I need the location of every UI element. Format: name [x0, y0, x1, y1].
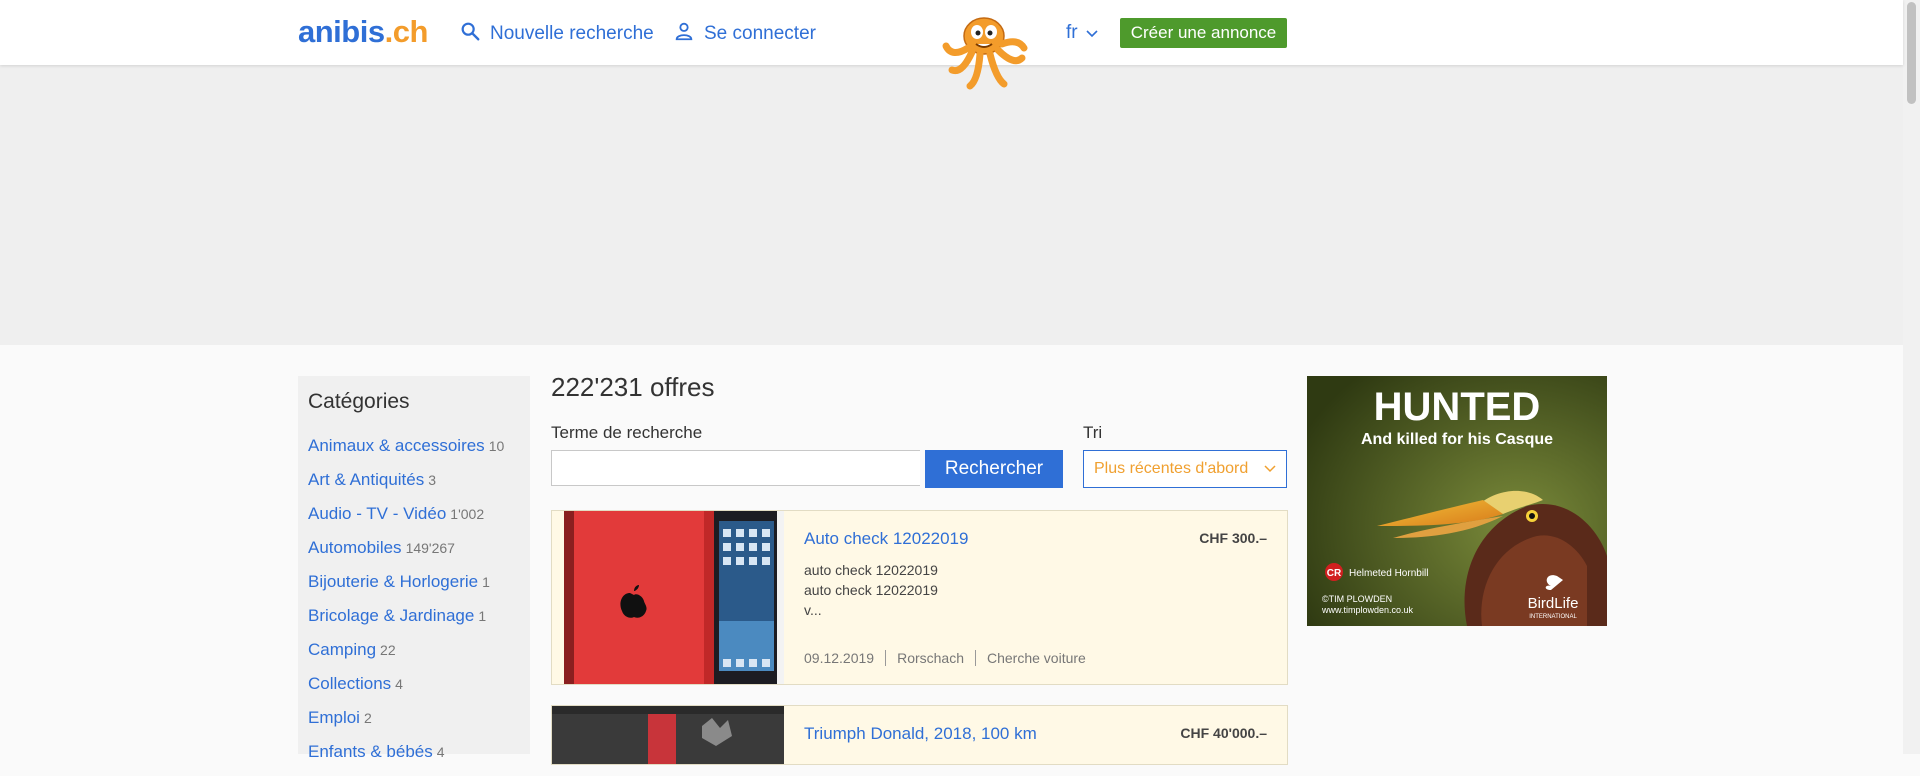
- ad-brand-sub: INTERNATIONAL: [1529, 614, 1577, 620]
- ad-subline: And killed for his Casque: [1361, 431, 1553, 448]
- listing-thumbnail[interactable]: [564, 511, 784, 684]
- listing-title[interactable]: Triumph Donald, 2018, 100 km: [804, 724, 1037, 744]
- chevron-down-icon: [1086, 22, 1098, 44]
- category-item[interactable]: Bricolage & Jardinage 1: [308, 606, 504, 640]
- offers-count-heading: 222'231 offres: [551, 372, 715, 402]
- listing-title[interactable]: Auto check 12022019: [804, 529, 968, 549]
- category-item[interactable]: Animaux & accessoires 10: [308, 436, 504, 470]
- anibis-logo[interactable]: anibis.ch: [298, 14, 428, 50]
- listing-description: auto check 12022019 auto check 12022019 …: [804, 560, 938, 620]
- login-link[interactable]: Se connecter: [673, 20, 816, 48]
- description-line: v...: [804, 602, 822, 618]
- side-ad-banner[interactable]: HUNTED And killed for his Casque CR Helm…: [1307, 376, 1607, 626]
- search-term-label: Terme de recherche: [551, 423, 703, 442]
- listing-date: 09.12.2019: [804, 650, 875, 666]
- listing-location: Rorschach: [897, 650, 964, 666]
- listing-card[interactable]: Auto check 12022019 CHF 300.– auto check…: [551, 510, 1288, 685]
- category-item[interactable]: Automobiles 149'267: [308, 538, 504, 572]
- listing-meta: 09.12.2019 Rorschach Cherche voiture: [804, 650, 1086, 666]
- listing-price: CHF 300.–: [1199, 530, 1267, 546]
- category-count: 4: [395, 676, 403, 692]
- login-label: Se connecter: [704, 23, 816, 44]
- mascot-octopus-icon: [940, 8, 1030, 92]
- sort-select[interactable]: Plus récentes d'abord: [1083, 450, 1287, 488]
- category-name[interactable]: Automobiles: [308, 538, 402, 557]
- category-name[interactable]: Collections: [308, 674, 391, 693]
- category-count: 4: [436, 744, 445, 760]
- category-count: 1'002: [450, 506, 485, 522]
- chevron-down-icon: [1264, 460, 1276, 478]
- scrollbar-thumb[interactable]: [1907, 2, 1916, 104]
- ad-species: Helmeted Hornbill: [1349, 568, 1428, 579]
- category-name[interactable]: Bricolage & Jardinage: [308, 606, 474, 625]
- ad-brand: BirdLife: [1528, 595, 1579, 612]
- category-item[interactable]: Emploi 2: [308, 708, 504, 742]
- ad-credit-url: www.timplowden.co.uk: [1321, 605, 1414, 615]
- category-count: 3: [428, 472, 437, 488]
- category-item[interactable]: Bijouterie & Horlogerie 1: [308, 572, 504, 606]
- description-line: auto check 12022019: [804, 562, 938, 578]
- category-item[interactable]: Enfants & bébés 4: [308, 742, 504, 776]
- logo-main: anibis: [298, 14, 385, 49]
- category-item[interactable]: Audio - TV - Vidéo 1'002: [308, 504, 504, 538]
- category-name[interactable]: Enfants & bébés: [308, 742, 433, 761]
- listing-price: CHF 40'000.–: [1180, 725, 1267, 741]
- logo-tld: .ch: [384, 14, 429, 49]
- category-list: Animaux & accessoires 10 Art & Antiquités…: [308, 436, 504, 776]
- new-search-link[interactable]: Nouvelle recherche: [459, 20, 654, 48]
- category-count: 1: [482, 574, 490, 590]
- categories-title: Catégories: [308, 390, 410, 413]
- search-icon: [459, 20, 481, 48]
- listing-thumbnail[interactable]: [552, 706, 784, 764]
- page-scrollbar[interactable]: [1903, 0, 1920, 754]
- sort-label: Tri: [1083, 423, 1103, 442]
- search-button[interactable]: Rechercher: [925, 450, 1063, 488]
- sort-value: Plus récentes d'abord: [1094, 460, 1249, 477]
- category-count: 1: [478, 608, 487, 624]
- category-count: 149'267: [405, 540, 455, 556]
- language-label: fr: [1066, 22, 1078, 43]
- new-search-label: Nouvelle recherche: [490, 23, 654, 44]
- description-line: auto check 12022019: [804, 582, 938, 598]
- category-item[interactable]: Art & Antiquités 3: [308, 470, 504, 504]
- listing-card[interactable]: Triumph Donald, 2018, 100 km CHF 40'000.…: [551, 705, 1288, 765]
- category-count: 2: [363, 710, 372, 726]
- category-count: 10: [488, 438, 505, 454]
- meta-separator: [975, 650, 976, 666]
- language-selector[interactable]: fr: [1066, 22, 1098, 44]
- category-item[interactable]: Collections 4: [308, 674, 504, 708]
- category-name[interactable]: Camping: [308, 640, 376, 659]
- search-input[interactable]: [551, 450, 920, 486]
- category-item[interactable]: Camping 22: [308, 640, 504, 674]
- user-icon: [673, 20, 695, 48]
- listing-category: Cherche voiture: [987, 650, 1086, 666]
- ad-credit: ©TIM PLOWDEN: [1322, 594, 1392, 604]
- category-name[interactable]: Art & Antiquités: [308, 470, 424, 489]
- category-count: 22: [380, 642, 396, 658]
- category-name[interactable]: Animaux & accessoires: [308, 436, 485, 455]
- ad-headline: HUNTED: [1374, 385, 1541, 429]
- category-name[interactable]: Emploi: [308, 708, 360, 727]
- category-name[interactable]: Audio - TV - Vidéo: [308, 504, 446, 523]
- ad-cr-badge: CR: [1327, 568, 1342, 579]
- categories-sidebar: Catégories Animaux & accessoires 10 Art &…: [298, 376, 530, 761]
- category-name[interactable]: Bijouterie & Horlogerie: [308, 572, 478, 591]
- create-ad-button[interactable]: Créer une annonce: [1120, 18, 1287, 48]
- meta-separator: [885, 650, 887, 666]
- top-ad-slot: [0, 65, 1903, 345]
